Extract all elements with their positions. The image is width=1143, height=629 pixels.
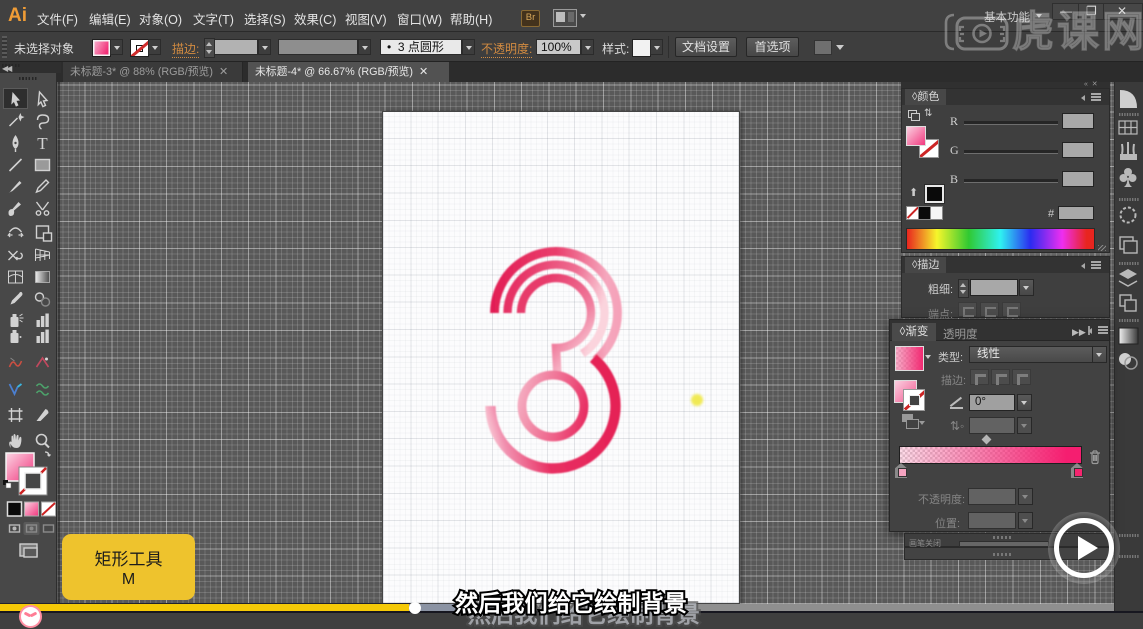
svg-text:T: T [37,134,48,153]
